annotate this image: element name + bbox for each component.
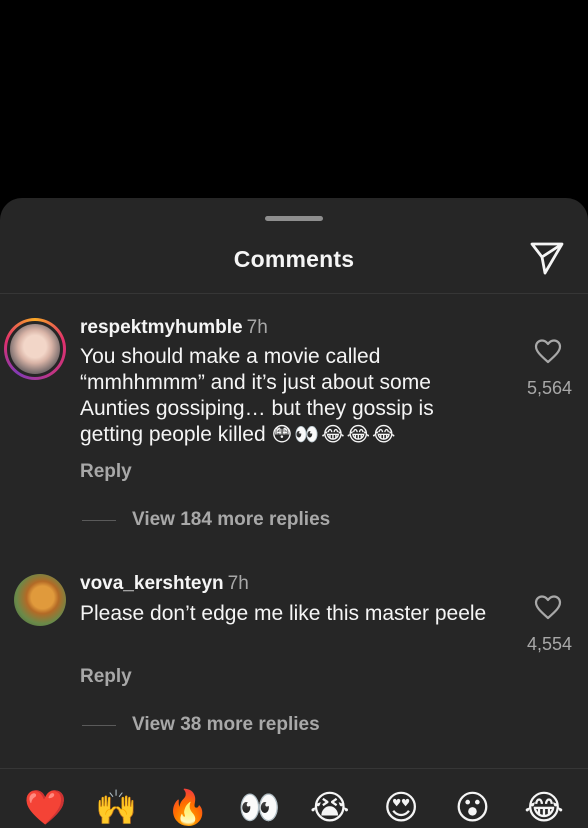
view-replies-button[interactable]: View 38 more replies [82, 714, 320, 736]
comment-text: You should make a movie called “mmhhmmm”… [80, 344, 490, 448]
comment-body: Please don’t edge me like this master pe… [80, 602, 487, 625]
quick-emoji-bar: ❤️ 🙌 🔥 👀 😭 😍 😮 😂 [0, 788, 588, 828]
header-divider [0, 293, 588, 294]
comment-username[interactable]: respektmyhumble [80, 317, 243, 338]
comment-username[interactable]: vova_kershteyn [80, 573, 224, 594]
comments-sheet: Comments respektmyhumble 7h You should ma… [0, 198, 588, 828]
emoji-laughing-button[interactable]: 😂 [524, 788, 564, 828]
comment-header: respektmyhumble 7h [80, 317, 268, 339]
emoji-eyes-button[interactable]: 👀 [238, 788, 280, 828]
comment-time: 7h [227, 573, 249, 594]
replies-line [82, 724, 116, 726]
like-count: 4,554 [526, 634, 572, 654]
comment-header: vova_kershteyn 7h [80, 573, 249, 595]
comment-text: Please don’t edge me like this master pe… [80, 601, 490, 627]
heart-outline-icon[interactable] [534, 594, 562, 620]
emoji-raised-hands-button[interactable]: 🙌 [95, 788, 137, 828]
avatar[interactable] [14, 574, 66, 626]
emoji-crying-button[interactable]: 😭 [310, 788, 350, 828]
comment-time: 7h [246, 317, 268, 338]
replies-line [82, 519, 116, 521]
emoji-heart-eyes-button[interactable]: 😍 [381, 788, 421, 828]
reply-button[interactable]: Reply [80, 461, 132, 483]
paper-plane-icon[interactable] [528, 240, 566, 276]
avatar[interactable] [4, 318, 66, 380]
emoji-divider [0, 768, 588, 769]
reply-button[interactable]: Reply [80, 666, 132, 688]
view-replies-label: View 184 more replies [132, 509, 331, 530]
emoji-heart-button[interactable]: ❤️ [24, 788, 66, 828]
like-count: 5,564 [526, 378, 572, 398]
view-replies-button[interactable]: View 184 more replies [82, 509, 330, 531]
drag-handle[interactable] [265, 216, 323, 221]
emoji-fire-button[interactable]: 🔥 [167, 788, 209, 828]
comment-emojis: 😳👀😂😂😂 [271, 424, 398, 446]
view-replies-label: View 38 more replies [132, 714, 320, 735]
heart-outline-icon[interactable] [534, 338, 562, 364]
emoji-surprised-button[interactable]: 😮 [453, 788, 493, 828]
sheet-title: Comments [233, 246, 355, 272]
